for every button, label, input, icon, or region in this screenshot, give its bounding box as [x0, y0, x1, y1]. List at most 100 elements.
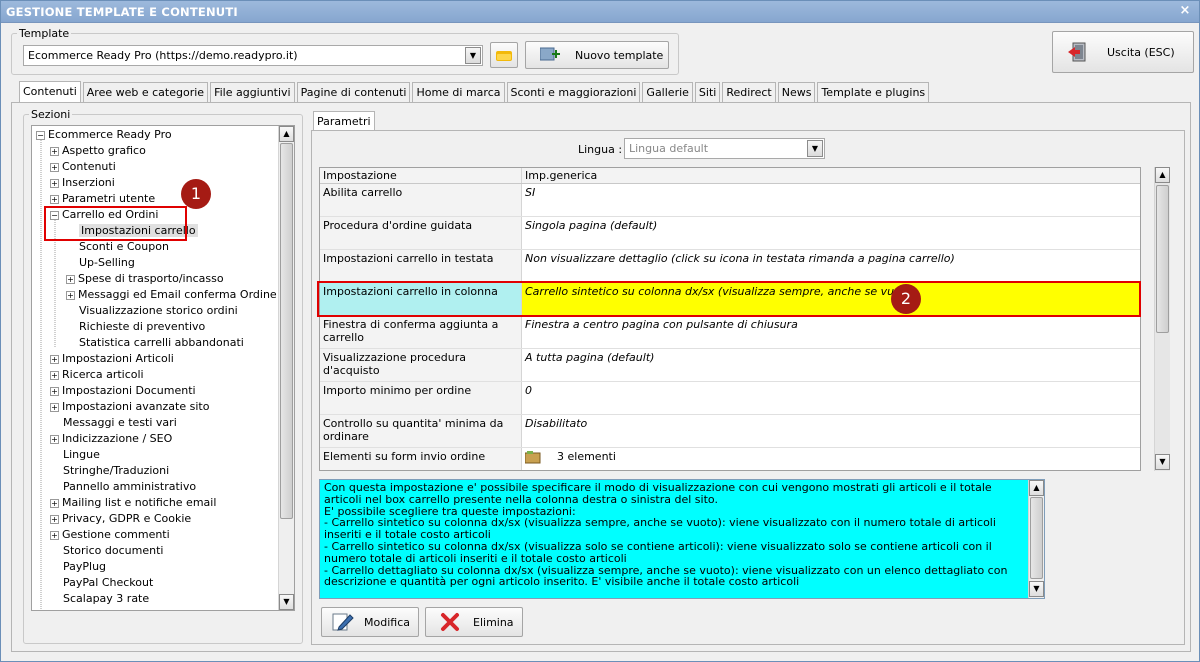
tree-item[interactable]: + Parametri utente	[50, 191, 155, 207]
delete-button[interactable]: Elimina	[425, 607, 523, 637]
desc-scroll-thumb[interactable]	[1030, 497, 1043, 579]
expand-icon[interactable]: +	[50, 179, 59, 188]
tab-contenuti[interactable]: Contenuti	[19, 81, 81, 102]
scroll-up-icon[interactable]: ▲	[1029, 480, 1044, 496]
tree-item[interactable]: Messaggi e testi vari	[50, 415, 177, 431]
tree-scroll-thumb[interactable]	[280, 143, 293, 519]
expand-icon[interactable]: +	[66, 291, 75, 300]
template-select[interactable]: Ecommerce Ready Pro (https://demo.readyp…	[23, 45, 483, 66]
expand-icon[interactable]: +	[66, 275, 75, 284]
setting-name[interactable]: Importo minimo per ordine	[320, 382, 522, 414]
scroll-up-icon[interactable]: ▲	[1155, 167, 1170, 183]
tab-gallerie[interactable]: Gallerie	[642, 82, 693, 102]
tree-item[interactable]: Sconti e Coupon	[66, 239, 169, 255]
tree-item[interactable]: + Contenuti	[50, 159, 116, 175]
tree-item[interactable]: + Gestione commenti	[50, 527, 170, 543]
scroll-up-icon[interactable]: ▲	[279, 126, 294, 142]
tree-item[interactable]: + Mailing list e notifiche email	[50, 495, 216, 511]
tab-template-e-plugins[interactable]: Template e plugins	[817, 82, 930, 102]
grid-row[interactable]: Abilita carrello SI	[320, 184, 1140, 217]
tree-item[interactable]: Statistica carrelli abbandonati	[66, 335, 244, 351]
tab-aree-web-e-categorie[interactable]: Aree web e categorie	[82, 82, 209, 102]
header-imp-generica[interactable]: Imp.generica	[522, 168, 1140, 183]
grid-row[interactable]: Importo minimo per ordine 0	[320, 382, 1140, 415]
tree-item[interactable]: Lingue	[50, 447, 100, 463]
folder-button[interactable]	[490, 42, 518, 68]
tree-item[interactable]: Richieste di preventivo	[66, 319, 205, 335]
expand-icon[interactable]: +	[50, 195, 59, 204]
tree-item[interactable]: + Spese di trasporto/incasso	[66, 271, 224, 287]
collapse-icon[interactable]: −	[36, 131, 45, 140]
setting-name[interactable]: Abilita carrello	[320, 184, 522, 216]
tree-item[interactable]: Up-Selling	[66, 255, 135, 271]
grid-scroll-thumb[interactable]	[1156, 185, 1169, 333]
expand-icon[interactable]: +	[50, 387, 59, 396]
exit-button[interactable]: Uscita (ESC)	[1052, 31, 1194, 73]
lingua-select[interactable]: Lingua default ▼	[624, 138, 825, 159]
tree-item[interactable]: PayPal Checkout	[50, 575, 153, 591]
expand-icon[interactable]: +	[50, 531, 59, 540]
grid-row[interactable]: Impostazioni carrello in testata Non visu…	[320, 250, 1140, 283]
scroll-down-icon[interactable]: ▼	[1029, 581, 1044, 597]
setting-name[interactable]: Finestra di conferma aggiunta a carrello	[320, 316, 522, 348]
new-template-button[interactable]: Nuovo template	[525, 41, 669, 69]
tree-item[interactable]: Stringhe/Traduzioni	[50, 463, 169, 479]
header-impostazione[interactable]: Impostazione	[320, 168, 522, 183]
grid-row[interactable]: Visualizzazione procedura d'acquisto A tu…	[320, 349, 1140, 382]
chevron-down-icon[interactable]: ▼	[465, 47, 481, 64]
tab-redirect[interactable]: Redirect	[722, 82, 776, 102]
expand-icon[interactable]: +	[50, 355, 59, 364]
tab-sconti-e-maggiorazioni[interactable]: Sconti e maggiorazioni	[506, 82, 641, 102]
tab-news[interactable]: News	[777, 82, 816, 102]
setting-value[interactable]: A tutta pagina (default)	[522, 349, 1140, 381]
tree-item[interactable]: + Messaggi ed Email conferma Ordine	[66, 287, 277, 303]
tab-parametri[interactable]: Parametri	[313, 111, 375, 131]
tree-item[interactable]: + Inserzioni	[50, 175, 115, 191]
setting-value[interactable]: Singola pagina (default)	[522, 217, 1140, 249]
expand-icon[interactable]: +	[50, 435, 59, 444]
expand-icon[interactable]: +	[50, 147, 59, 156]
tree-item[interactable]: Visualizzazione storico ordini	[66, 303, 238, 319]
chevron-down-icon[interactable]: ▼	[807, 140, 823, 157]
tree-item[interactable]: Pannello amministrativo	[50, 479, 196, 495]
scroll-down-icon[interactable]: ▼	[1155, 454, 1170, 470]
grid-row[interactable]: Controllo su quantita' minima da ordinar…	[320, 415, 1140, 448]
tree-item[interactable]: − Ecommerce Ready Pro	[36, 127, 172, 143]
setting-value[interactable]: 3 elementi	[522, 448, 1140, 470]
setting-value[interactable]: Disabilitato	[522, 415, 1140, 447]
modify-button[interactable]: Modifica	[321, 607, 419, 637]
setting-name[interactable]: Controllo su quantita' minima da ordinar…	[320, 415, 522, 447]
tab-file-aggiuntivi[interactable]: File aggiuntivi	[210, 82, 295, 102]
tree-item[interactable]: + Aspetto grafico	[50, 143, 146, 159]
tree-item[interactable]: Scalapay 3 rate	[50, 591, 149, 607]
expand-icon[interactable]: +	[50, 371, 59, 380]
setting-value[interactable]: Finestra a centro pagina con pulsante di…	[522, 316, 1140, 348]
grid-row[interactable]: Elementi su form invio ordine 3 elementi	[320, 448, 1140, 470]
tree-item[interactable]: + Indicizzazione / SEO	[50, 431, 172, 447]
tree-item[interactable]: + Privacy, GDPR e Cookie	[50, 511, 191, 527]
expand-icon[interactable]: +	[50, 515, 59, 524]
setting-value[interactable]: SI	[522, 184, 1140, 216]
desc-scrollbar[interactable]: ▲ ▼	[1028, 480, 1044, 598]
scroll-down-icon[interactable]: ▼	[279, 594, 294, 610]
grid-row[interactable]: Finestra di conferma aggiunta a carrello…	[320, 316, 1140, 349]
tree-item[interactable]: + Impostazioni Documenti	[50, 383, 196, 399]
tree-item[interactable]: Storico documenti	[50, 543, 163, 559]
tab-siti[interactable]: Siti	[694, 82, 721, 102]
grid-scrollbar[interactable]: ▲ ▼	[1154, 167, 1170, 471]
tab-pagine-di-contenuti[interactable]: Pagine di contenuti	[296, 82, 411, 102]
expand-icon[interactable]: +	[50, 403, 59, 412]
tree-item[interactable]: PayPlug	[50, 559, 106, 575]
setting-name[interactable]: Visualizzazione procedura d'acquisto	[320, 349, 522, 381]
sections-tree[interactable]: ▲ ▼ − Ecommerce Ready Pro + Aspetto grafico…	[31, 125, 295, 611]
close-icon[interactable]: ×	[1177, 3, 1193, 19]
expand-icon[interactable]: +	[50, 163, 59, 172]
tree-item[interactable]: + Impostazioni Articoli	[50, 351, 174, 367]
setting-value[interactable]: Non visualizzare dettaglio (click su ico…	[522, 250, 1140, 282]
setting-name[interactable]: Procedura d'ordine guidata	[320, 217, 522, 249]
setting-name[interactable]: Elementi su form invio ordine	[320, 448, 522, 470]
expand-icon[interactable]: +	[50, 499, 59, 508]
tree-item[interactable]: + Ricerca articoli	[50, 367, 144, 383]
tree-item[interactable]: + Impostazioni avanzate sito	[50, 399, 209, 415]
tree-scrollbar[interactable]: ▲ ▼	[278, 126, 294, 610]
